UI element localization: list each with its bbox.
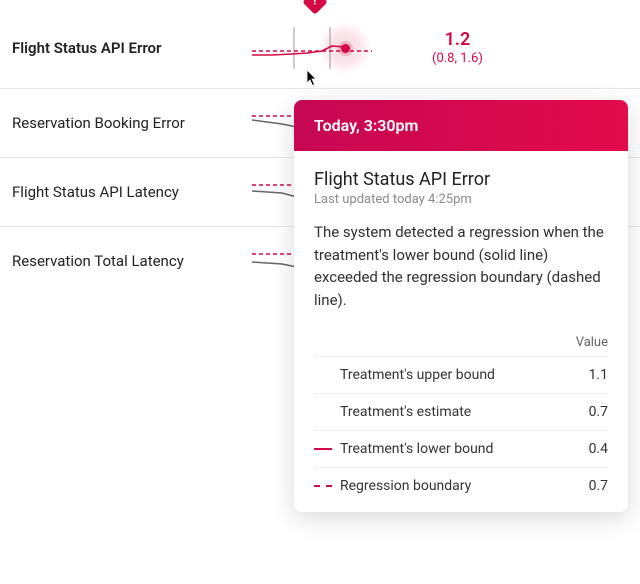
metric-label: Reservation Booking Error — [0, 114, 252, 132]
row-label: Treatment's upper bound — [340, 357, 558, 394]
row-label: Treatment's estimate — [340, 394, 558, 431]
tooltip-title: Flight Status API Error — [314, 169, 608, 190]
row-value: 0.7 — [558, 394, 608, 431]
sparkline-0: ! — [252, 23, 372, 73]
table-row: Treatment's upper bound 1.1 — [314, 357, 608, 394]
row-value: 0.4 — [558, 431, 608, 468]
alert-dot — [341, 44, 350, 53]
dashed-line-icon — [314, 485, 332, 487]
metric-value: 1.2 — [432, 28, 483, 51]
table-row: Treatment's lower bound 0.4 — [314, 431, 608, 468]
metric-ci: (0.8, 1.6) — [432, 51, 483, 68]
metric-label: Reservation Total Latency — [0, 252, 252, 270]
tooltip-table: Value Treatment's upper bound 1.1 Treatm… — [314, 329, 608, 504]
alert-icon: ! — [302, 0, 327, 15]
tooltip-subtitle: Last updated today 4:25pm — [314, 192, 608, 207]
row-value: 1.1 — [558, 357, 608, 394]
table-row: Regression boundary 0.7 — [314, 468, 608, 505]
metric-label: Flight Status API Latency — [0, 183, 252, 201]
value-header: Value — [558, 329, 608, 357]
metric-row-0[interactable]: Flight Status API Error ! 1.2 (0.8, 1.6) — [0, 8, 640, 88]
metric-label: Flight Status API Error — [0, 39, 252, 57]
table-row: Treatment's estimate 0.7 — [314, 394, 608, 431]
tooltip-card: Today, 3:30pm Flight Status API Error La… — [294, 100, 628, 512]
row-label: Treatment's lower bound — [340, 431, 558, 468]
row-label: Regression boundary — [340, 468, 558, 505]
row-value: 0.7 — [558, 468, 608, 505]
solid-line-icon — [314, 448, 332, 450]
tooltip-description: The system detected a regression when th… — [314, 221, 608, 311]
metric-stats: 1.2 (0.8, 1.6) — [432, 28, 483, 68]
tooltip-header: Today, 3:30pm — [294, 100, 628, 151]
